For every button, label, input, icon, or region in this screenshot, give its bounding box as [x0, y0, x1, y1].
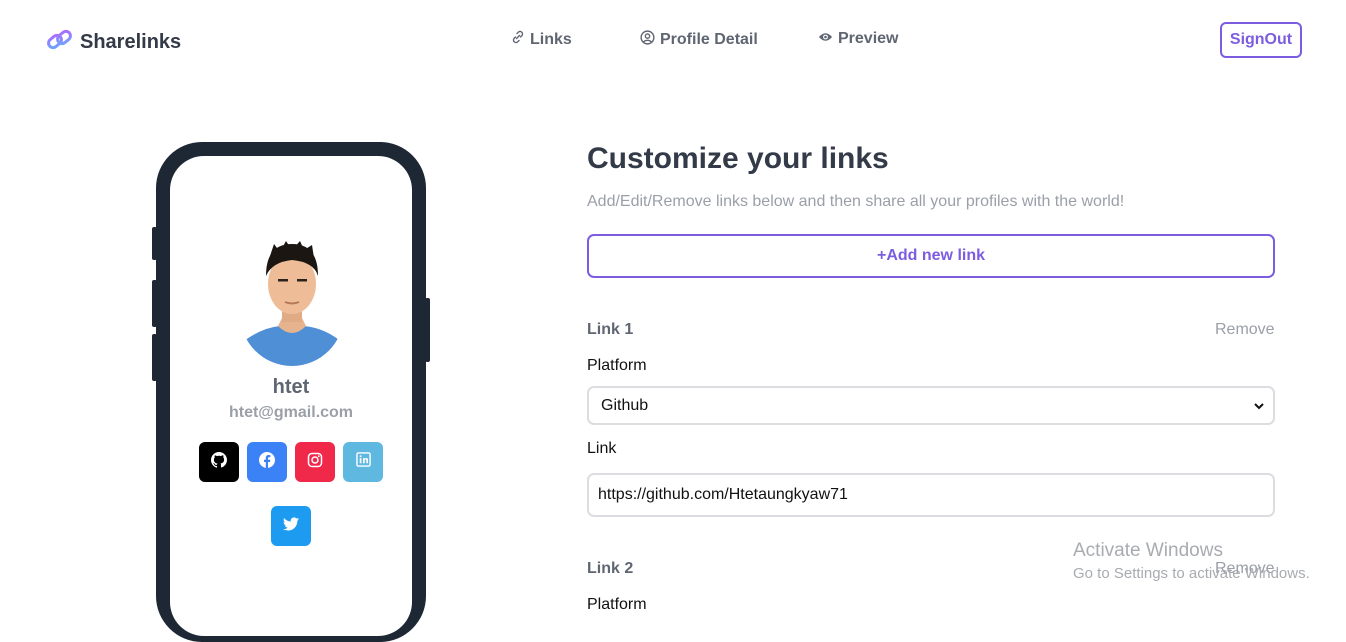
activate-windows-watermark-title: Activate Windows	[1073, 540, 1223, 561]
nav-preview[interactable]: Preview	[818, 30, 898, 48]
github-icon	[211, 451, 227, 473]
link-icon	[511, 30, 530, 49]
facebook-icon	[259, 451, 275, 473]
link-1-remove-button[interactable]: Remove	[1215, 321, 1275, 339]
link-1-platform-label: Platform	[587, 357, 647, 374]
link-2-platform-label: Platform	[587, 596, 647, 613]
nav-preview-label: Preview	[838, 30, 899, 47]
chevron-down-icon	[1253, 399, 1265, 417]
brand-logo[interactable]: Sharelinks	[46, 28, 181, 57]
link-1-link-label: Link	[587, 440, 617, 457]
link-2-label: Link 2	[587, 560, 634, 577]
facebook-social-button[interactable]	[247, 442, 287, 482]
brand-name: Sharelinks	[80, 31, 182, 53]
nav-profile-label: Profile Detail	[660, 31, 758, 48]
add-new-link-button[interactable]: +Add new link	[587, 234, 1275, 278]
linkedin-social-button[interactable]	[343, 442, 383, 482]
nav-links-label: Links	[530, 30, 572, 48]
link-chain-icon	[46, 28, 74, 57]
instagram-social-button[interactable]	[295, 442, 335, 482]
instagram-icon	[307, 452, 323, 473]
linkedin-icon	[355, 452, 371, 472]
github-social-button[interactable]	[199, 442, 239, 482]
link-1-label: Link 1	[587, 321, 634, 338]
user-circle-icon	[640, 30, 660, 50]
avatar	[240, 236, 344, 366]
profile-email: htet@gmail.com	[228, 404, 354, 421]
twitter-social-button[interactable]	[271, 506, 311, 546]
link-1-platform-value: Github	[601, 396, 649, 414]
eye-icon	[818, 30, 838, 48]
top-navbar: Sharelinks Links Profile Detail Preview …	[0, 0, 1346, 80]
page-subtitle: Add/Edit/Remove links below and then sha…	[587, 193, 1125, 210]
profile-name: htet	[272, 376, 310, 398]
activate-windows-watermark-subtitle: Go to Settings to activate Windows.	[1073, 565, 1310, 582]
link-1-url-input[interactable]: https://github.com/Htetaungkyaw71	[587, 473, 1275, 517]
link-1-platform-select[interactable]: Github	[587, 386, 1275, 425]
page-title: Customize your links	[587, 142, 889, 175]
nav-profile-detail[interactable]: Profile Detail	[640, 30, 758, 50]
signout-button[interactable]: SignOut	[1220, 22, 1302, 58]
nav-links[interactable]: Links	[511, 30, 572, 49]
twitter-icon	[283, 516, 299, 536]
